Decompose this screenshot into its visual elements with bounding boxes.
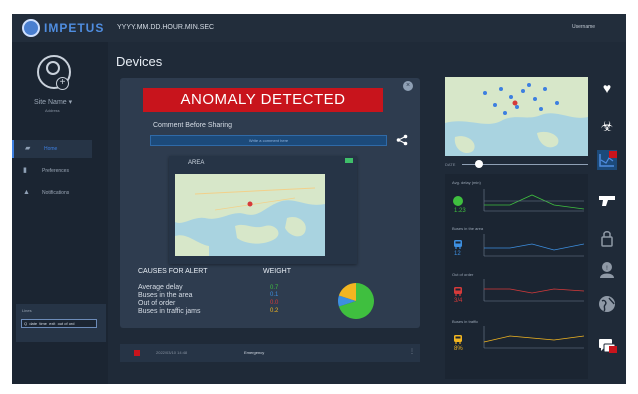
stat-value: 8% bbox=[454, 346, 463, 352]
cause-label: Average delay bbox=[138, 284, 183, 291]
brand-name: IMPETUS bbox=[44, 21, 105, 35]
stat-value: 3/4 bbox=[454, 298, 463, 304]
emergency-icon bbox=[134, 350, 140, 356]
causes-title: CAUSES FOR ALERT bbox=[138, 268, 208, 275]
overview-map[interactable] bbox=[445, 77, 588, 156]
bus-icon bbox=[454, 240, 462, 249]
logo-icon bbox=[22, 19, 40, 37]
sidebar-item-label: Home bbox=[44, 146, 58, 152]
chart-icon: ▮ bbox=[23, 167, 27, 174]
share-icon[interactable] bbox=[396, 134, 408, 146]
sidebar: + Site Name ▾ Address ▰ Home ▮ Preferenc… bbox=[12, 42, 108, 384]
stat-chart bbox=[483, 234, 584, 257]
app-window: IMPETUS YYYY.MM.DD.HOUR.MIN.SEC Username… bbox=[12, 14, 626, 384]
stat-value: 1.23 bbox=[454, 208, 466, 214]
biohazard-icon[interactable]: ☣ bbox=[597, 116, 617, 136]
globe-icon[interactable] bbox=[597, 294, 617, 314]
area-label: AREA bbox=[188, 160, 205, 166]
stat-value: 12 bbox=[454, 251, 461, 257]
weight-title: WEIGHT bbox=[263, 268, 291, 275]
area-status-badge bbox=[345, 158, 353, 163]
area-map[interactable] bbox=[175, 174, 325, 256]
datetime-display: YYYY.MM.DD.HOUR.MIN.SEC bbox=[117, 24, 215, 31]
cause-weight: 0.0 bbox=[270, 300, 279, 306]
graph-badge bbox=[609, 151, 617, 158]
filter-panel: Lines bbox=[16, 304, 106, 342]
weight-pie-chart bbox=[338, 283, 374, 319]
heartbeat-icon[interactable]: ♥ bbox=[597, 78, 617, 98]
comment-input[interactable]: Write a comment here bbox=[150, 135, 387, 146]
home-icon: ▰ bbox=[25, 145, 31, 152]
cause-weight: 0.1 bbox=[270, 292, 279, 298]
close-icon[interactable]: × bbox=[403, 81, 413, 91]
date-slider-handle[interactable] bbox=[475, 160, 483, 168]
event-type: Emergency bbox=[244, 350, 265, 355]
sidebar-item-label: Preferences bbox=[42, 168, 69, 174]
stat-chart bbox=[483, 279, 584, 302]
sidebar-item-label: Notifications bbox=[42, 190, 70, 196]
stat-label: Avg. delay (min) bbox=[452, 180, 481, 185]
sidebar-item-notifications[interactable]: ▲ Notifications bbox=[12, 184, 92, 202]
username-label[interactable]: Username bbox=[572, 24, 595, 30]
cause-label: Out of order bbox=[138, 300, 176, 307]
site-address: Address bbox=[45, 108, 60, 113]
stat-chart bbox=[483, 189, 584, 212]
bell-icon: ▲ bbox=[23, 189, 30, 196]
stat-label: Buses in traffic bbox=[452, 319, 479, 324]
anomaly-banner: ANOMALY DETECTED bbox=[143, 88, 383, 112]
avatar-head-icon bbox=[46, 61, 60, 75]
event-time: 2022/03/10 14:48 bbox=[156, 350, 188, 355]
cause-weight: 0.2 bbox=[270, 308, 279, 314]
stat-label: Out of order bbox=[452, 272, 474, 277]
sidebar-item-preferences[interactable]: ▮ Preferences bbox=[12, 162, 92, 180]
cause-label: Buses in the area bbox=[138, 292, 193, 299]
gun-icon[interactable] bbox=[597, 190, 617, 210]
chat-badge bbox=[609, 346, 617, 353]
sidebar-item-home[interactable]: ▰ Home bbox=[12, 140, 92, 158]
filter-input[interactable] bbox=[21, 319, 97, 328]
lock-icon[interactable] bbox=[597, 228, 617, 248]
date-label: DATE bbox=[445, 162, 456, 167]
filter-title: Lines bbox=[22, 308, 32, 313]
comment-label: Comment Before Sharing bbox=[153, 122, 232, 129]
site-name-label: Site Name bbox=[34, 99, 67, 106]
stat-chart bbox=[483, 326, 584, 349]
bus-icon bbox=[454, 287, 462, 296]
add-avatar-icon[interactable]: + bbox=[56, 77, 69, 90]
cause-label: Buses in traffic jams bbox=[138, 308, 201, 315]
bus-icon bbox=[454, 335, 462, 344]
stat-label: Buses in the area bbox=[452, 226, 484, 231]
cause-weight: 0.7 bbox=[270, 285, 279, 291]
status-dot-icon bbox=[453, 196, 463, 206]
site-name[interactable]: Site Name ▾ bbox=[34, 98, 72, 106]
page-title: Devices bbox=[116, 54, 163, 69]
user-warning-icon[interactable]: ! bbox=[597, 260, 617, 280]
more-icon[interactable]: ⋮ bbox=[409, 348, 415, 355]
